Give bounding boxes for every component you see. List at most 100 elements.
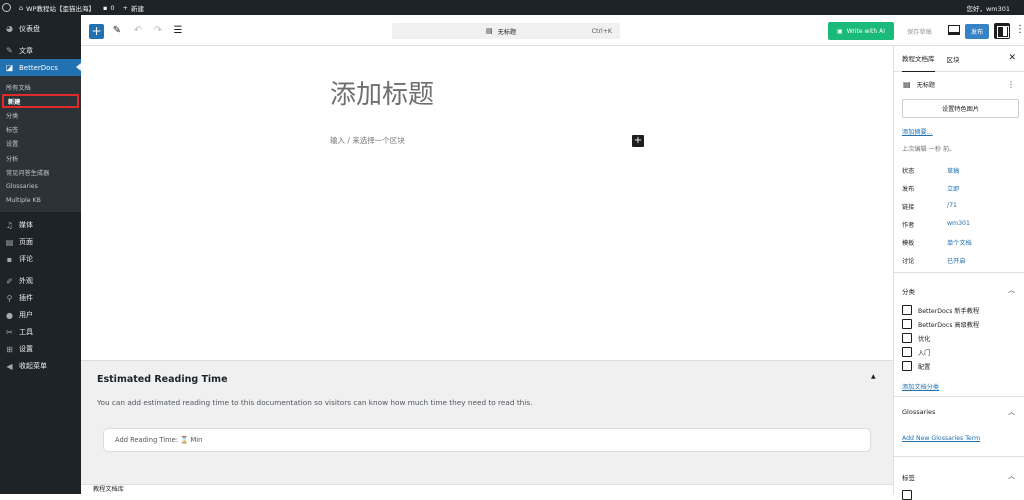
wordpress-logo-icon[interactable]	[2, 3, 11, 12]
chevron-up-icon[interactable]: ▲	[871, 373, 876, 380]
add-block-icon[interactable]: +	[632, 135, 644, 147]
betterdocs-icon: ◪	[5, 63, 14, 72]
block-placeholder[interactable]: 输入 / 来选择一个区块	[330, 135, 405, 146]
pin-icon: ✎	[6, 46, 13, 55]
panel-tabs: 教程文档库 区块 ✕	[894, 46, 1024, 72]
breadcrumb[interactable]: 教程文档库	[81, 484, 893, 494]
more-options-icon[interactable]: ⋮	[1015, 24, 1024, 35]
reading-time-input[interactable]: Add Reading Time: ⌛ Min	[103, 428, 871, 452]
dashboard-icon: ◕	[6, 24, 13, 33]
submenu-settings[interactable]: 设置	[0, 137, 81, 151]
publish-button[interactable]: 发布	[965, 24, 989, 39]
prop-row-publish: 发布 立即	[902, 186, 960, 193]
tab-document[interactable]: 教程文档库	[902, 46, 935, 72]
add-glossary-link[interactable]: Add New Glossaries Term	[902, 435, 980, 442]
sidebar-item-media[interactable]: ♫ 媒体	[0, 217, 81, 234]
sidebar-collapse-menu[interactable]: ◀ 收起菜单	[0, 358, 81, 375]
prop-row-template: 模板 单个文档	[902, 240, 972, 247]
save-draft-button[interactable]: 保存草稿	[907, 27, 932, 36]
media-icon: ♫	[5, 220, 14, 230]
tags-title[interactable]: 标签	[902, 472, 915, 482]
glossaries-title[interactable]: Glossaries	[902, 408, 935, 416]
document-overview-icon[interactable]: ☰	[171, 24, 185, 38]
last-edited-text: 上次编辑 一秒 前。	[902, 146, 956, 153]
tags-section: 标签 ︿	[894, 456, 1024, 500]
categories-title[interactable]: 分类	[902, 286, 915, 296]
new-content-link[interactable]: + 新建	[123, 3, 144, 13]
tab-block[interactable]: 区块	[947, 46, 960, 72]
command-palette-bar[interactable]: ▤ 无标题 Ctrl+K	[392, 23, 620, 39]
preview-icon[interactable]	[948, 25, 960, 35]
category-checkbox-row[interactable]: 配置	[902, 361, 930, 371]
sidebar-item-posts[interactable]: ✎ 文章	[0, 42, 81, 59]
brush-icon: ✐	[6, 276, 13, 286]
settings-icon: ⊞	[6, 344, 13, 354]
category-checkbox-row[interactable]: 优化	[902, 333, 930, 343]
submenu-glossaries[interactable]: Glossaries	[0, 179, 81, 193]
checkbox[interactable]	[902, 490, 912, 500]
comments-link[interactable]: ▪ 0	[103, 4, 115, 12]
undo-icon[interactable]: ↶	[131, 24, 145, 38]
prop-row-status: 状态 草稿	[902, 168, 960, 175]
sidebar-item-appearance[interactable]: ✐ 外观	[0, 273, 81, 290]
write-with-ai-button[interactable]: ▣ Write with AI	[828, 22, 894, 40]
sidebar-item-comments[interactable]: ▪ 评论	[0, 251, 81, 268]
submenu-tags[interactable]: 标签	[0, 123, 81, 137]
chevron-up-icon[interactable]: ︿	[1008, 407, 1015, 417]
glossaries-section: Glossaries ︿ Add New Glossaries Term	[894, 396, 1024, 456]
redo-icon[interactable]: ↷	[151, 24, 165, 38]
prop-row-link: 链接/71	[902, 202, 957, 211]
sidebar-item-pages[interactable]: ▤ 页面	[0, 234, 81, 251]
add-category-link[interactable]: 添加文档分类	[902, 382, 939, 391]
tag-input-row[interactable]	[902, 490, 912, 500]
settings-panel: 教程文档库 区块 ✕ ▤ 无标题 ⋮ 设置特色图片 添加摘要... 上次编辑 一…	[893, 46, 1024, 500]
sidebar-item-users[interactable]: ● 用户	[0, 307, 81, 324]
set-featured-image-button[interactable]: 设置特色图片	[902, 99, 1019, 118]
sidebar-item-plugins[interactable]: ⚲ 插件	[0, 290, 81, 307]
howdy-account[interactable]: 您好，wm301	[966, 3, 1010, 13]
page-icon: ▤	[5, 237, 14, 247]
site-name-link[interactable]: ⌂ WP教程站【歪猫出海】	[19, 3, 95, 13]
metabox-description: You can add estimated reading time to th…	[97, 398, 533, 407]
more-options-icon[interactable]: ⋮	[1007, 80, 1015, 89]
checkbox[interactable]	[902, 319, 912, 329]
document-icon: ▤	[486, 27, 493, 35]
category-checkbox-row[interactable]: BetterDocs 高级教程	[902, 319, 979, 329]
settings-sidebar-toggle-icon[interactable]	[994, 23, 1010, 39]
chevron-up-icon[interactable]: ︿	[1008, 285, 1015, 295]
add-excerpt-link[interactable]: 添加摘要...	[902, 127, 933, 136]
sidebar-item-dashboard[interactable]: ◕ 仪表盘	[0, 20, 81, 37]
submenu-multiple-kb[interactable]: Multiple KB	[0, 194, 81, 208]
plus-icon: +	[122, 3, 128, 12]
post-title-input[interactable]: 添加标题	[330, 74, 434, 111]
checkbox[interactable]	[902, 333, 912, 343]
checkbox[interactable]	[902, 305, 912, 315]
editor-canvas: 添加标题 输入 / 来选择一个区块 +	[81, 46, 893, 360]
pencil-icon[interactable]: ✎	[110, 24, 124, 38]
block-inserter-button[interactable]: +	[89, 24, 104, 39]
comment-icon: ▪	[103, 3, 108, 12]
admin-sidebar: ◕ 仪表盘 ✎ 文章 ◪ BetterDocs 所有文档 新建 分类 标签 设置 分析…	[0, 15, 81, 494]
category-checkbox-row[interactable]: 入门	[902, 347, 930, 357]
editor-toolbar: + ✎ ↶ ↷ ☰ ▤ 无标题 Ctrl+K ▣ Write with AI 保存…	[81, 15, 1024, 46]
sidebar-item-tools[interactable]: ✂ 工具	[0, 324, 81, 341]
comment-icon: ▪	[6, 254, 13, 264]
doc-title: 无标题	[497, 28, 517, 36]
collapse-icon: ◀	[6, 361, 13, 371]
prop-row-discussion: 讨论 已开启	[902, 258, 966, 265]
user-icon: ●	[6, 310, 13, 320]
home-icon: ⌂	[19, 3, 24, 12]
checkbox[interactable]	[902, 347, 912, 357]
category-checkbox-row[interactable]: BetterDocs 新手教程	[902, 305, 979, 315]
checkbox[interactable]	[902, 361, 912, 371]
submenu-add-new[interactable]: 新建	[2, 94, 79, 109]
chevron-up-icon[interactable]: ︿	[1008, 471, 1015, 481]
submenu-analytics[interactable]: 分析	[0, 151, 81, 165]
submenu-categories[interactable]: 分类	[0, 108, 81, 122]
close-icon[interactable]: ✕	[1008, 53, 1016, 63]
submenu-all-docs[interactable]: 所有文档	[0, 80, 81, 94]
sidebar-item-betterdocs[interactable]: ◪ BetterDocs	[0, 59, 81, 76]
sidebar-item-settings[interactable]: ⊞ 设置	[0, 341, 81, 358]
metabox-title: Estimated Reading Time	[97, 374, 228, 385]
submenu-faq-builder[interactable]: 常见问答生成器	[0, 165, 81, 179]
